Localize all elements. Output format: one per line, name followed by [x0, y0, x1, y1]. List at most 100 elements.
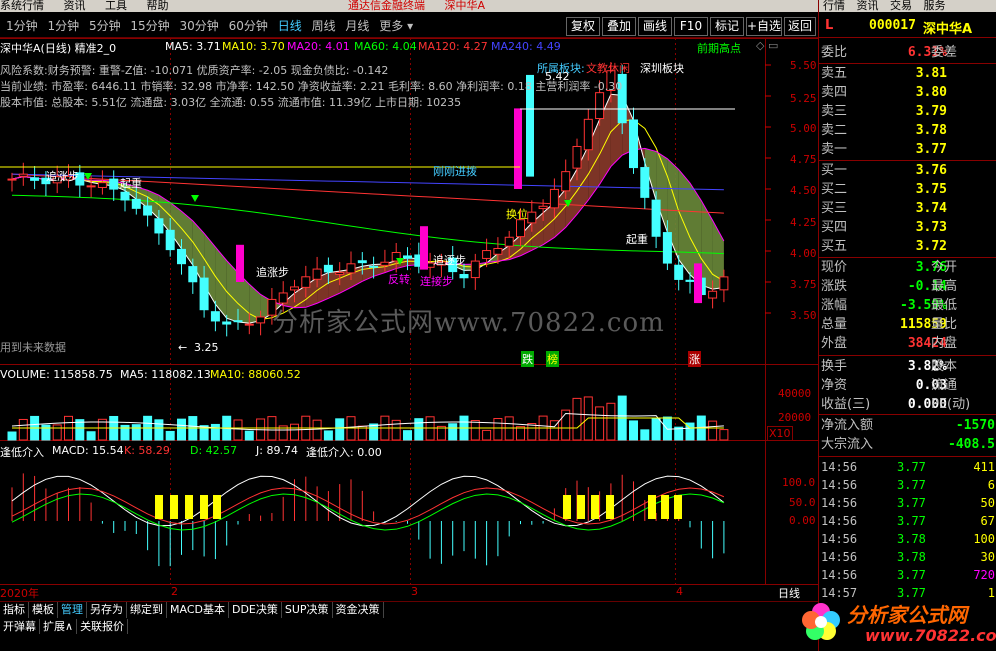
tick-price: 3.77: [897, 460, 926, 474]
sector-tag-culture[interactable]: 文教休闲: [586, 60, 630, 76]
quote-menu-item[interactable]: 交易: [890, 0, 912, 12]
period-more[interactable]: 更多 ▾: [379, 14, 413, 38]
kline-chart-area[interactable]: 深中华A(日线) 精准2_0 MA5: 3.71 MA10: 3.70 MA20…: [0, 38, 818, 600]
bid-row-label: 买五: [821, 239, 848, 254]
tick-price: 3.77: [897, 478, 926, 492]
f10-button[interactable]: F10: [674, 17, 708, 36]
period-1min[interactable]: 1分钟: [47, 14, 79, 38]
period-60min[interactable]: 60分钟: [229, 14, 268, 38]
quote-menu-item[interactable]: 服务: [924, 0, 946, 12]
menu-item[interactable]: 工具: [105, 0, 127, 12]
y-axis-label: 5.25: [790, 92, 817, 105]
buy-signal-block: [185, 495, 193, 519]
tab-capital[interactable]: 资金决策: [333, 602, 384, 618]
menu-item[interactable]: 系统行情: [0, 0, 44, 12]
weicha-label: 委差: [931, 45, 958, 60]
tick-volume: 30: [980, 550, 995, 564]
candle-body: [109, 178, 119, 190]
tab-bind-to[interactable]: 绑定到: [127, 602, 167, 618]
x-axis-label: 2020年: [0, 587, 39, 600]
tab-macd[interactable]: MACD基本: [167, 602, 229, 618]
stat2-row-label2: 流通: [931, 378, 958, 393]
low-price-label: 3.25: [194, 341, 219, 354]
menu-item[interactable]: 帮助: [147, 0, 169, 12]
stat2-row-label2: PE(动): [931, 397, 971, 412]
tick-time: 14:56: [821, 478, 858, 492]
ask-row-label: 卖五: [821, 66, 848, 81]
watermark: 分析家公式网www.70822.com: [272, 308, 665, 338]
y-axis-label: 4.75: [790, 153, 817, 166]
volume-ma5-label: MA5: 118082.13: [120, 368, 211, 381]
volume-bar: [7, 431, 17, 441]
period-5min[interactable]: 5分钟: [89, 14, 121, 38]
sector-tag-shenzhen[interactable]: 深圳板块: [640, 60, 684, 76]
mark-button[interactable]: 标记: [710, 17, 744, 36]
candle-body: [177, 248, 186, 265]
related-quote-button[interactable]: 关联报价: [77, 619, 129, 634]
candle-body: [154, 218, 164, 234]
tick-time: 14:56: [821, 496, 858, 510]
candle-body: [7, 178, 17, 181]
buy-signal-block: [577, 495, 585, 519]
quote-menu-item[interactable]: 行情: [823, 0, 845, 12]
expand-button[interactable]: 扩展∧: [40, 619, 78, 634]
macd-y-label: 0.00: [789, 514, 816, 527]
ask-row-label: 卖三: [821, 104, 848, 119]
buy-signal-block: [591, 495, 599, 519]
danmaku-button[interactable]: 开弹幕: [0, 619, 40, 634]
menu-item[interactable]: 资讯: [64, 0, 86, 12]
signal-bang: 榜: [546, 351, 559, 367]
candle-body: [583, 118, 593, 151]
kdj-d-line: [11, 487, 725, 525]
volume-bar: [41, 424, 51, 441]
candle-body: [470, 260, 480, 279]
volume-bar: [86, 431, 96, 441]
annotation-link-step: 连接步: [420, 275, 453, 288]
period-monthly[interactable]: 月线: [345, 14, 369, 38]
candle-body: [549, 188, 559, 209]
bid-row-label: 买四: [821, 220, 848, 235]
tick-price: 3.78: [897, 550, 926, 564]
ma120-line: [11, 173, 724, 214]
buy-signal-block: [170, 495, 178, 519]
kdj-k-value: K: 58.29: [124, 444, 170, 457]
overlay-button[interactable]: 叠加: [602, 17, 636, 36]
tab-save-as[interactable]: 另存为: [87, 602, 127, 618]
tab-template[interactable]: 模板: [29, 602, 58, 618]
tick-price: 3.78: [897, 532, 926, 546]
tick-row: 14:56 3.77 411: [819, 458, 996, 476]
macd-value: MACD: 15.54: [52, 444, 124, 457]
logo-url: www.70822.com: [865, 626, 996, 645]
back-button[interactable]: 返回: [784, 17, 816, 36]
stock-title: 深中华A: [444, 0, 486, 12]
period-30min[interactable]: 30分钟: [180, 14, 219, 38]
stock-header: L 000017 深中华A: [819, 14, 996, 38]
period-weekly[interactable]: 周线: [312, 14, 336, 38]
quote-menu-item[interactable]: 资讯: [857, 0, 879, 12]
ask-row-value: 3.79: [915, 104, 947, 119]
tab-manage[interactable]: 管理: [58, 602, 87, 618]
fuquan-button[interactable]: 复权: [566, 17, 600, 36]
x-axis-label: 2: [171, 585, 178, 598]
volume-bar: [719, 429, 729, 441]
candle-body: [538, 205, 548, 210]
draw-line-button[interactable]: 画线: [638, 17, 672, 36]
tick-volume: 67: [980, 514, 995, 528]
annotation-zhuizhubu-3: 追逐步: [433, 254, 466, 267]
diamond-icon[interactable]: ◇ ▭: [756, 39, 778, 52]
period-1min-a[interactable]: 1分钟: [6, 14, 38, 38]
candle-body: [236, 244, 244, 282]
tab-sup[interactable]: SUP决策: [282, 602, 333, 618]
flow-label: 大宗流入: [821, 437, 874, 452]
period-daily[interactable]: 日线: [278, 14, 302, 38]
period-15min[interactable]: 15分钟: [130, 14, 169, 38]
tab-indicator[interactable]: 指标: [0, 602, 29, 618]
bid-row: 买一 3.76: [819, 161, 996, 180]
tick-volume: 100: [973, 532, 995, 546]
y-axis-label: 3.75: [790, 278, 817, 291]
candle-body: [459, 274, 469, 279]
candle-body: [210, 311, 220, 322]
bid-row-value: 3.75: [915, 182, 947, 197]
add-favorite-button[interactable]: +自选: [746, 17, 782, 36]
tab-dde[interactable]: DDE决策: [229, 602, 282, 618]
